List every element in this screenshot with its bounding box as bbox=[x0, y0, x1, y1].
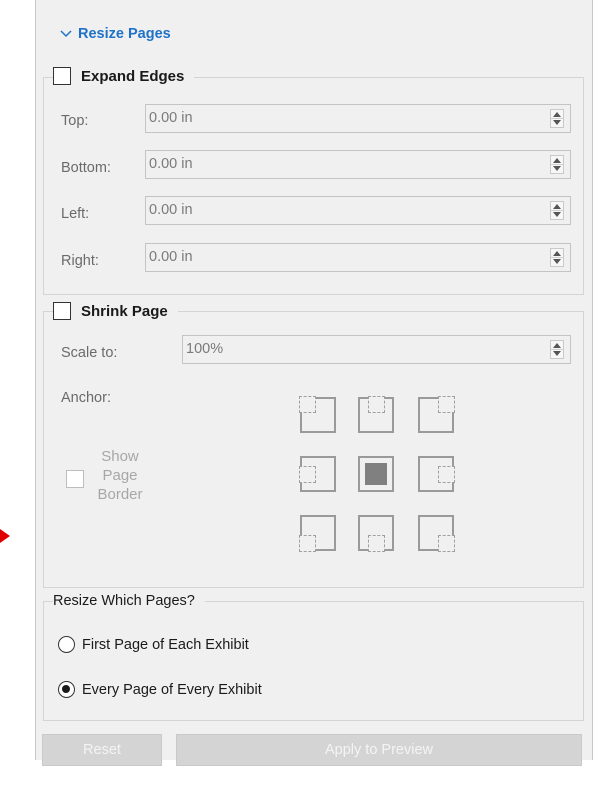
anchor-label: Anchor: bbox=[61, 390, 111, 406]
anchor-top-center[interactable] bbox=[358, 396, 394, 433]
bottom-label: Bottom: bbox=[61, 160, 111, 176]
top-input[interactable]: 0.00 in bbox=[145, 104, 571, 133]
anchor-top-right[interactable] bbox=[418, 396, 455, 433]
anchor-bottom-right[interactable] bbox=[418, 515, 455, 552]
apply-to-preview-button[interactable]: Apply to Preview bbox=[176, 734, 582, 766]
show-page-border-toggle[interactable]: Show Page Border bbox=[66, 447, 146, 504]
shrink-page-toggle[interactable]: Shrink Page bbox=[53, 300, 178, 322]
every-page-radio[interactable] bbox=[58, 681, 75, 698]
every-page-option[interactable]: Every Page of Every Exhibit bbox=[58, 681, 262, 698]
scale-spinner[interactable] bbox=[550, 340, 564, 359]
chevron-down-icon bbox=[60, 26, 72, 42]
left-label: Left: bbox=[61, 206, 90, 222]
resize-pages-title: Resize Pages bbox=[78, 26, 171, 42]
resize-which-title: Resize Which Pages? bbox=[53, 590, 205, 612]
right-input[interactable]: 0.00 in bbox=[145, 243, 571, 272]
resize-pages-header[interactable]: Resize Pages bbox=[60, 26, 171, 42]
pointer-arrow-icon bbox=[0, 529, 10, 543]
left-input[interactable]: 0.00 in bbox=[145, 196, 571, 225]
first-page-option[interactable]: First Page of Each Exhibit bbox=[58, 636, 249, 653]
left-spinner[interactable] bbox=[550, 201, 564, 220]
reset-button[interactable]: Reset bbox=[42, 734, 162, 766]
bottom-input[interactable]: 0.00 in bbox=[145, 150, 571, 179]
anchor-bottom-left[interactable] bbox=[299, 515, 336, 552]
shrink-page-checkbox[interactable] bbox=[53, 302, 71, 320]
show-page-border-label: Show Page Border bbox=[97, 448, 143, 503]
shrink-page-label: Shrink Page bbox=[81, 302, 168, 320]
expand-edges-label: Expand Edges bbox=[81, 67, 185, 85]
top-label: Top: bbox=[61, 113, 89, 129]
anchor-top-left[interactable] bbox=[299, 396, 336, 433]
anchor-bottom-center[interactable] bbox=[358, 515, 394, 552]
scale-to-label: Scale to: bbox=[61, 345, 118, 361]
show-page-border-checkbox[interactable] bbox=[66, 470, 84, 488]
expand-edges-toggle[interactable]: Expand Edges bbox=[53, 65, 195, 87]
anchor-middle-right[interactable] bbox=[418, 456, 455, 492]
anchor-middle-center[interactable] bbox=[358, 456, 394, 492]
anchor-middle-left[interactable] bbox=[299, 456, 336, 492]
resize-which-group bbox=[43, 601, 584, 721]
bottom-spinner[interactable] bbox=[550, 155, 564, 174]
scale-to-input[interactable]: 100% bbox=[182, 335, 571, 364]
first-page-radio[interactable] bbox=[58, 636, 75, 653]
top-spinner[interactable] bbox=[550, 109, 564, 128]
expand-edges-checkbox[interactable] bbox=[53, 67, 71, 85]
right-label: Right: bbox=[61, 253, 99, 269]
right-spinner[interactable] bbox=[550, 248, 564, 267]
